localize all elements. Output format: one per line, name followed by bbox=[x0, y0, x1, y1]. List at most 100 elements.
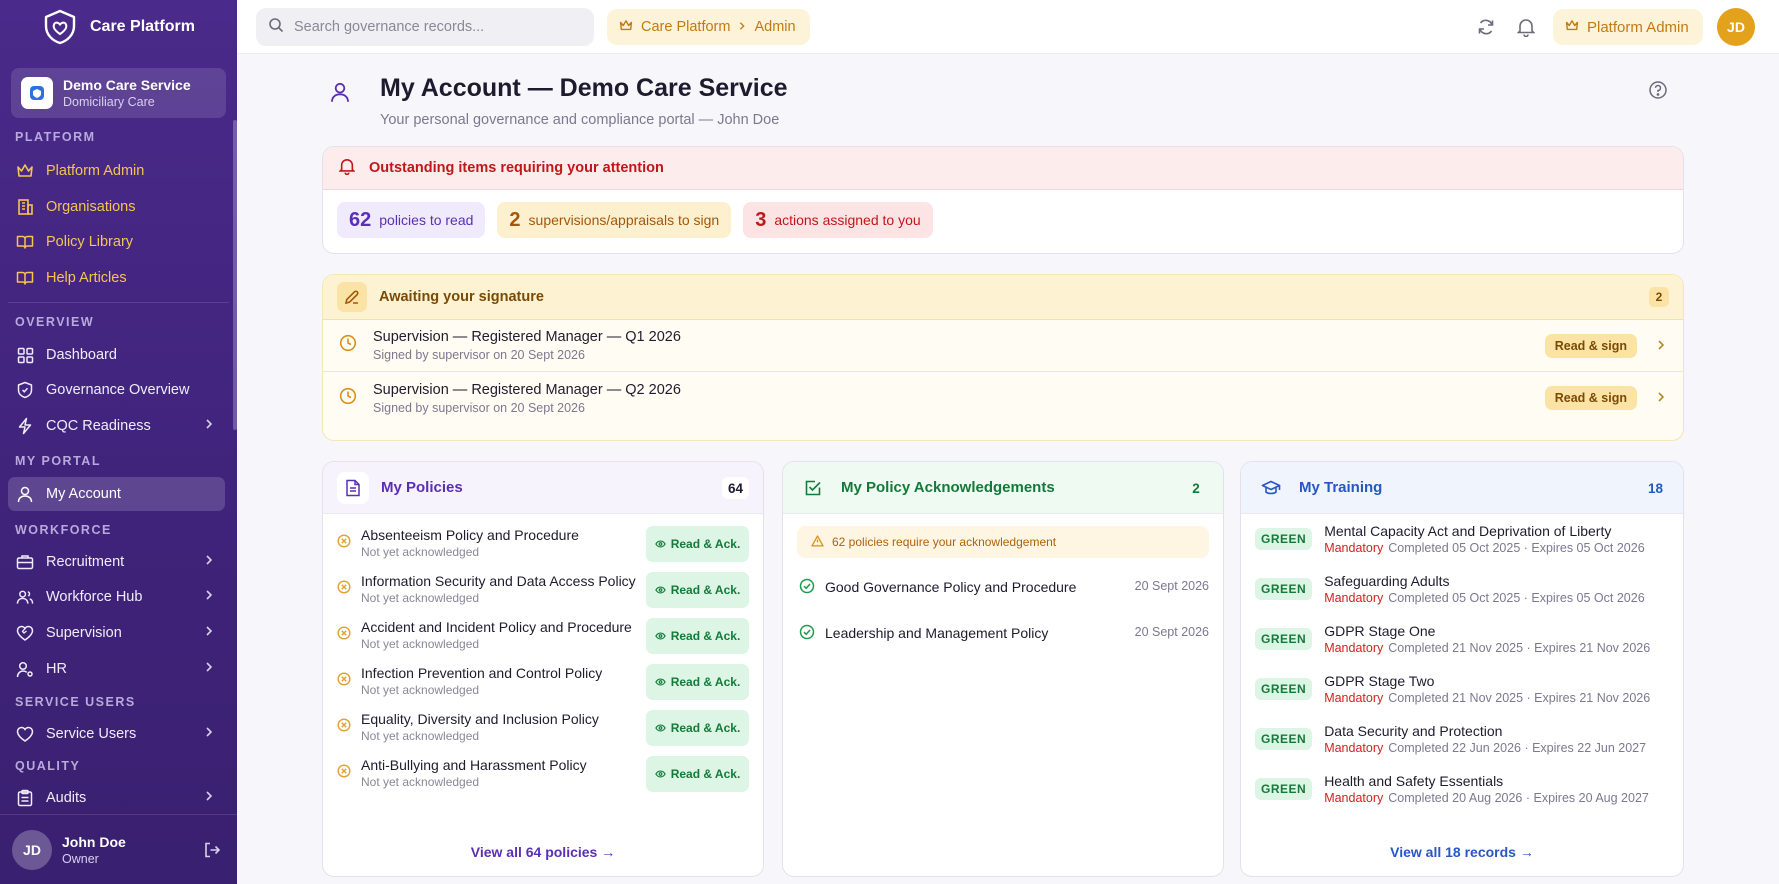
status-badge: GREEN bbox=[1255, 728, 1313, 750]
training-item[interactable]: GREEN GDPR Stage Two Mandatory Completed 2… bbox=[1241, 664, 1683, 714]
read-ack-button[interactable]: Read & Ack. bbox=[646, 618, 749, 654]
brand[interactable]: Care Platform bbox=[0, 0, 237, 54]
panel-title: My Training bbox=[1299, 479, 1383, 496]
read-ack-label: Read & Ack. bbox=[670, 537, 741, 551]
outstanding-items-title: Outstanding items requiring your attenti… bbox=[369, 160, 664, 176]
sidebar-item-cqc-readiness[interactable]: CQC Readiness bbox=[8, 409, 225, 443]
read-ack-button[interactable]: Read & Ack. bbox=[646, 664, 749, 700]
shield-icon bbox=[16, 381, 34, 399]
policy-status: Not yet acknowledged bbox=[361, 775, 480, 789]
sidebar-item-label: Organisations bbox=[46, 199, 136, 215]
awaiting-signature-card: Awaiting your signature 2 Supervision — … bbox=[322, 274, 1684, 441]
sidebar-item-governance-overview[interactable]: Governance Overview bbox=[8, 373, 225, 407]
chevron-right-icon[interactable] bbox=[1657, 338, 1665, 356]
sidebar-item-supervision[interactable]: Supervision bbox=[8, 616, 225, 650]
read-ack-button[interactable]: Read & Ack. bbox=[646, 526, 749, 562]
training-header: My Training 18 bbox=[1241, 462, 1683, 514]
view-all-policies-link[interactable]: View all 64 policies → bbox=[323, 844, 763, 860]
policy-item[interactable]: Anti-Bullying and Harassment Policy Not y… bbox=[323, 750, 763, 796]
platform-admin-button[interactable]: Platform Admin bbox=[1553, 9, 1703, 45]
sidebar-item-label: Governance Overview bbox=[46, 382, 190, 398]
file-text-icon bbox=[337, 471, 369, 504]
search-box[interactable] bbox=[256, 8, 594, 46]
topbar: Care Platform Admin Platform Admin JD bbox=[237, 0, 1779, 54]
signature-item[interactable]: Supervision — Registered Manager — Q2 20… bbox=[323, 372, 1683, 424]
status-badge: GREEN bbox=[1255, 528, 1313, 550]
help-circle-icon[interactable] bbox=[1648, 80, 1668, 105]
read-ack-label: Read & Ack. bbox=[670, 767, 741, 781]
training-title: GDPR Stage Two bbox=[1324, 673, 1435, 689]
acknowledgement-item[interactable]: Leadership and Management Policy 20 Sept… bbox=[783, 610, 1223, 656]
sidebar-item-label: Dashboard bbox=[46, 347, 117, 363]
sidebar-item-label: HR bbox=[46, 661, 67, 677]
sidebar-scrollbar[interactable] bbox=[233, 120, 237, 430]
panel-title: My Policy Acknowledgements bbox=[841, 479, 1055, 496]
policy-acknowledgements-panel: My Policy Acknowledgements 2 62 policies… bbox=[782, 461, 1224, 877]
sidebar-item-organisations[interactable]: Organisations bbox=[8, 190, 225, 224]
sidebar-item-label: Help Articles bbox=[46, 270, 127, 286]
acknowledgement-warning: 62 policies require your acknowledgement bbox=[797, 526, 1209, 558]
sidebar-item-workforce-hub[interactable]: Workforce Hub bbox=[8, 580, 225, 614]
signature-item-subtitle: Signed by supervisor on 20 Sept 2026 bbox=[373, 348, 585, 362]
policy-item[interactable]: Equality, Diversity and Inclusion Policy… bbox=[323, 704, 763, 750]
signature-item[interactable]: Supervision — Registered Manager — Q1 20… bbox=[323, 320, 1683, 372]
sidebar-item-help-articles[interactable]: Help Articles bbox=[8, 261, 225, 295]
policy-status: Not yet acknowledged bbox=[361, 591, 480, 605]
sidebar-item-audits[interactable]: Audits bbox=[8, 781, 225, 815]
crown-icon bbox=[1565, 19, 1579, 36]
chevron-right-icon[interactable] bbox=[1657, 390, 1665, 408]
policy-title: Equality, Diversity and Inclusion Policy bbox=[361, 711, 599, 727]
org-switcher[interactable]: Demo Care Service Domiciliary Care bbox=[11, 68, 226, 118]
actions-assigned-chip[interactable]: 3 actions assigned to you bbox=[743, 202, 933, 238]
training-item[interactable]: GREEN Data Security and Protection Mandat… bbox=[1241, 714, 1683, 764]
building-icon bbox=[16, 198, 34, 216]
read-ack-button[interactable]: Read & Ack. bbox=[646, 756, 749, 792]
supervisions-to-sign-chip[interactable]: 2 supervisions/appraisals to sign bbox=[497, 202, 732, 238]
logout-icon[interactable] bbox=[203, 841, 221, 864]
training-item[interactable]: GREEN Health and Safety Essentials Mandat… bbox=[1241, 764, 1683, 814]
read-and-sign-button[interactable]: Read & sign bbox=[1544, 334, 1637, 358]
breadcrumb-current[interactable]: Admin bbox=[754, 19, 795, 35]
policy-item[interactable]: Infection Prevention and Control Policy N… bbox=[323, 658, 763, 704]
sidebar-item-recruitment[interactable]: Recruitment bbox=[8, 545, 225, 579]
policy-item[interactable]: Accident and Incident Policy and Procedu… bbox=[323, 612, 763, 658]
training-item[interactable]: GREEN Mental Capacity Act and Deprivatio… bbox=[1241, 514, 1683, 564]
sidebar-item-dashboard[interactable]: Dashboard bbox=[8, 338, 225, 372]
sidebar-item-my-account[interactable]: My Account bbox=[8, 477, 225, 511]
policy-item[interactable]: Absenteeism Policy and Procedure Not yet … bbox=[323, 520, 763, 566]
sidebar-item-policy-library[interactable]: Policy Library bbox=[8, 225, 225, 259]
chip-count: 2 bbox=[509, 208, 521, 231]
training-item[interactable]: GREEN Safeguarding Adults Mandatory Comple… bbox=[1241, 564, 1683, 614]
x-circle-icon bbox=[337, 579, 351, 599]
read-and-sign-button[interactable]: Read & sign bbox=[1544, 386, 1637, 410]
acknowledgement-item[interactable]: Good Governance Policy and Procedure 20 … bbox=[783, 564, 1223, 610]
breadcrumb-root[interactable]: Care Platform bbox=[641, 19, 730, 35]
view-all-training-link[interactable]: View all 18 records → bbox=[1241, 844, 1683, 860]
sidebar-item-service-users[interactable]: Service Users bbox=[8, 717, 225, 751]
read-ack-button[interactable]: Read & Ack. bbox=[646, 572, 749, 608]
user-profile[interactable]: JD John Doe Owner bbox=[0, 814, 237, 884]
eye-icon bbox=[654, 583, 666, 597]
eye-icon bbox=[654, 767, 666, 781]
crown-icon bbox=[16, 162, 34, 180]
status-badge: GREEN bbox=[1255, 628, 1313, 650]
search-input[interactable] bbox=[294, 19, 574, 35]
training-item[interactable]: GREEN GDPR Stage One Mandatory Completed 2… bbox=[1241, 614, 1683, 664]
policy-item[interactable]: Information Security and Data Access Pol… bbox=[323, 566, 763, 612]
chevron-right-icon bbox=[205, 554, 213, 570]
read-ack-button[interactable]: Read & Ack. bbox=[646, 710, 749, 746]
pen-icon bbox=[337, 282, 367, 312]
training-title: Safeguarding Adults bbox=[1324, 573, 1450, 589]
bell-icon[interactable] bbox=[1516, 17, 1536, 42]
avatar: JD bbox=[12, 829, 52, 870]
chevron-right-icon bbox=[738, 19, 746, 35]
avatar[interactable]: JD bbox=[1717, 8, 1755, 46]
policies-to-read-chip[interactable]: 62 policies to read bbox=[337, 202, 486, 238]
sidebar-item-platform-admin[interactable]: Platform Admin bbox=[8, 154, 225, 188]
training-dates: Completed 20 Aug 2026 · Expires 20 Aug 2… bbox=[1388, 791, 1649, 805]
page-title: My Account — Demo Care Service bbox=[380, 74, 788, 102]
shield-heart-icon bbox=[42, 9, 78, 45]
sidebar-item-hr[interactable]: HR bbox=[8, 652, 225, 686]
refresh-icon[interactable] bbox=[1476, 17, 1496, 42]
chip-count: 62 bbox=[349, 208, 372, 231]
